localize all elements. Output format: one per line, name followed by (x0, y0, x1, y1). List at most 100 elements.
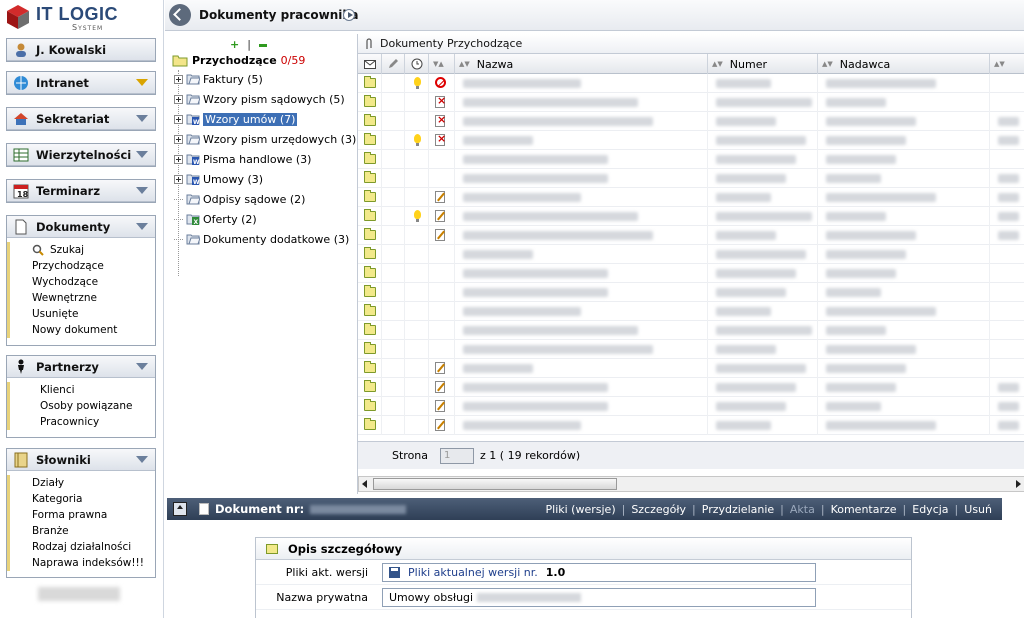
tree-node-label[interactable]: Umowy (3) (203, 173, 263, 186)
folder-icon[interactable] (364, 133, 376, 145)
rejected-doc-icon[interactable] (435, 113, 446, 127)
table-row[interactable] (358, 283, 1024, 302)
edit-doc-icon[interactable] (435, 400, 445, 412)
table-row[interactable] (358, 359, 1024, 378)
folder-icon[interactable] (364, 285, 376, 297)
folder-icon[interactable] (364, 342, 376, 354)
folder-icon[interactable] (364, 361, 376, 373)
collapse-all-icon[interactable] (258, 43, 267, 47)
tree-node-label[interactable]: Wzory pism sądowych (5) (203, 93, 345, 106)
panel-wierzytelnosci[interactable]: Wierzytelności (6, 143, 156, 167)
folder-icon[interactable] (364, 171, 376, 183)
link-przydzielanie[interactable]: Przydzielanie (702, 503, 774, 516)
tree-node[interactable]: Wzory pism sądowych (5) (174, 90, 345, 108)
edit-doc-icon[interactable] (435, 210, 445, 222)
sidebar-item-pracownicy[interactable]: Pracownicy (7, 414, 155, 430)
column-nadawca[interactable]: ▲▼ Nadawca (818, 54, 990, 74)
panel-dokumenty-head[interactable]: Dokumenty (7, 216, 155, 238)
table-row[interactable] (358, 397, 1024, 416)
folder-icon[interactable] (364, 247, 376, 259)
folder-icon[interactable] (364, 228, 376, 240)
sidebar-item-naprawa-indeksow[interactable]: Naprawa indeksów!!! (7, 555, 155, 571)
link-komentarze[interactable]: Komentarze (831, 503, 897, 516)
link-edycja[interactable]: Edycja (912, 503, 948, 516)
edit-doc-icon[interactable] (435, 229, 445, 241)
table-row[interactable] (358, 131, 1024, 150)
tree-node-label[interactable]: Dokumenty dodatkowe (3) (203, 233, 349, 246)
table-row[interactable] (358, 188, 1024, 207)
table-row[interactable] (358, 150, 1024, 169)
folder-icon[interactable] (364, 304, 376, 316)
panel-sekretariat[interactable]: Sekretariat (6, 107, 156, 131)
column-time[interactable] (405, 54, 429, 74)
scroll-right-icon[interactable] (1016, 480, 1021, 488)
folder-icon[interactable] (364, 95, 376, 107)
sidebar-item-przychodzace[interactable]: Przychodzące (7, 258, 155, 274)
sidebar-item-wewnetrzne[interactable]: Wewnętrzne (7, 290, 155, 306)
expand-all-icon[interactable]: + (230, 38, 239, 51)
panel-slowniki-head[interactable]: Słowniki (7, 449, 155, 471)
tree-node-label[interactable]: Oferty (2) (203, 213, 257, 226)
tree-node[interactable]: W Umowy (3) (174, 170, 263, 188)
table-row[interactable] (358, 321, 1024, 340)
folder-icon[interactable] (364, 114, 376, 126)
folder-icon[interactable] (364, 380, 376, 392)
sidebar-item-nowy-dokument[interactable]: Nowy dokument (7, 322, 155, 338)
table-row[interactable] (358, 245, 1024, 264)
table-row[interactable] (358, 264, 1024, 283)
sidebar-item-usuniete[interactable]: Usunięte (7, 306, 155, 322)
page-input[interactable]: 1 (440, 447, 475, 464)
current-version-link[interactable]: Pliki aktualnej wersji nr. (408, 566, 538, 579)
tree-node-label[interactable]: Pisma handlowe (3) (203, 153, 311, 166)
rejected-doc-icon[interactable] (435, 132, 446, 146)
table-row[interactable] (358, 207, 1024, 226)
panel-terminarz-head[interactable]: 18 Terminarz (7, 180, 155, 202)
play-icon[interactable] (343, 9, 355, 21)
field-value-nazwa[interactable]: Umowy obsługi (382, 588, 816, 607)
folder-icon[interactable] (364, 323, 376, 335)
table-row[interactable] (358, 74, 1024, 93)
expand-icon[interactable] (174, 174, 183, 184)
user-panel[interactable]: J. Kowalski (6, 38, 156, 62)
panel-wierzytelnosci-head[interactable]: Wierzytelności (7, 144, 155, 166)
blocked-icon[interactable] (435, 77, 446, 88)
rejected-doc-icon[interactable] (435, 94, 446, 108)
tree-node-label[interactable]: Odpisy sądowe (2) (203, 193, 305, 206)
tree-node[interactable]: W Wzory umów (7) (174, 110, 298, 128)
panel-terminarz[interactable]: 18 Terminarz (6, 179, 156, 203)
tree-node-label[interactable]: Wzory pism urzędowych (3) (203, 133, 356, 146)
folder-icon[interactable] (364, 209, 376, 221)
tree-node[interactable]: Odpisy sądowe (2) (174, 190, 305, 208)
edit-doc-icon[interactable] (435, 362, 445, 374)
tree-node[interactable]: Wzory pism urzędowych (3) (174, 130, 356, 148)
expand-icon[interactable] (174, 154, 183, 164)
table-row[interactable] (358, 226, 1024, 245)
sidebar-item-klienci[interactable]: Klienci (7, 382, 155, 398)
panel-intranet[interactable]: Intranet (6, 71, 156, 95)
table-row[interactable] (358, 112, 1024, 131)
horizontal-scrollbar[interactable] (358, 476, 1024, 492)
column-mail[interactable] (358, 54, 382, 74)
back-icon[interactable] (169, 4, 191, 26)
sidebar-item-szukaj[interactable]: Szukaj (7, 242, 155, 258)
sidebar-item-branze[interactable]: Branże (7, 523, 155, 539)
scroll-left-icon[interactable] (362, 480, 367, 488)
tree-root[interactable]: Przychodzące 0/59 (172, 52, 305, 68)
edit-doc-icon[interactable] (435, 419, 445, 431)
table-row[interactable] (358, 340, 1024, 359)
column-extra[interactable]: ▲▼ (990, 54, 1024, 74)
tree-node[interactable]: Dokumenty dodatkowe (3) (174, 230, 349, 248)
table-row[interactable] (358, 416, 1024, 435)
expand-icon[interactable] (174, 134, 183, 144)
tree-node[interactable]: Faktury (5) (174, 70, 263, 88)
folder-icon[interactable] (364, 76, 376, 88)
folder-icon[interactable] (364, 399, 376, 411)
edit-doc-icon[interactable] (435, 381, 445, 393)
tree-node-label[interactable]: Wzory umów (7) (203, 112, 298, 126)
column-nazwa[interactable]: ▲▼ Nazwa (455, 54, 708, 74)
folder-icon[interactable] (364, 418, 376, 430)
sidebar-item-rodzaj-dzialalnosci[interactable]: Rodzaj działalności (7, 539, 155, 555)
sidebar-item-osoby-powiazane[interactable]: Osoby powiązane (7, 398, 155, 414)
folder-icon[interactable] (364, 152, 376, 164)
user-panel-head[interactable]: J. Kowalski (7, 39, 155, 61)
